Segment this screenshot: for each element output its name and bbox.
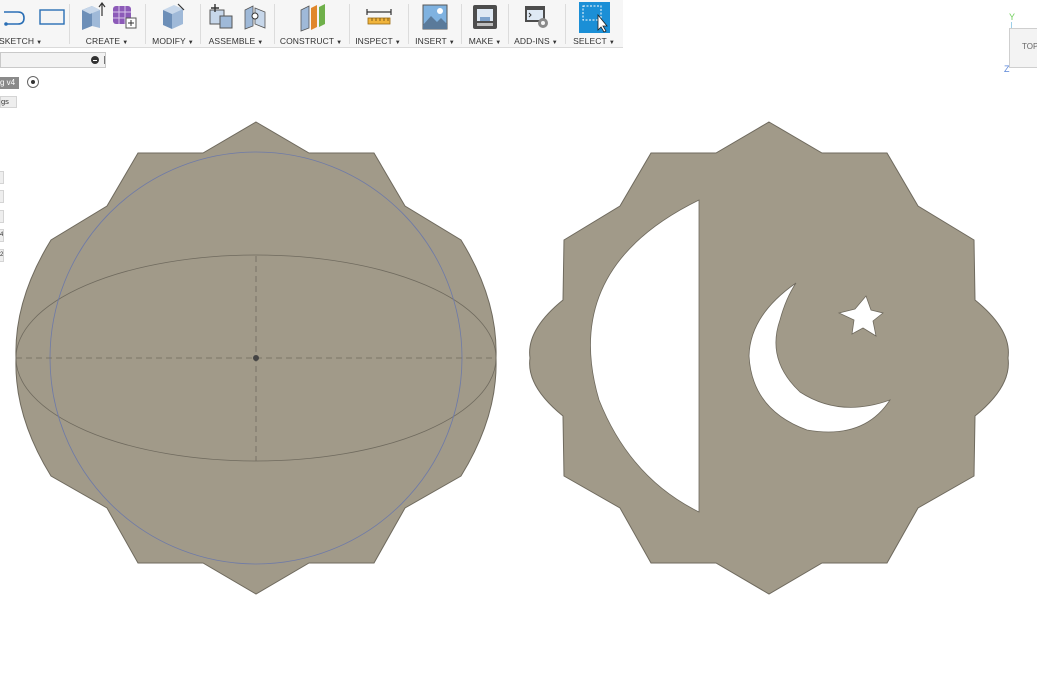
left-badge-sketch[interactable] [15, 121, 497, 595]
right-badge-cut[interactable] [529, 121, 1009, 595]
design-canvas[interactable] [0, 0, 1037, 686]
right-badge-body[interactable] [529, 121, 1009, 595]
sketch-center-point[interactable] [253, 355, 259, 361]
